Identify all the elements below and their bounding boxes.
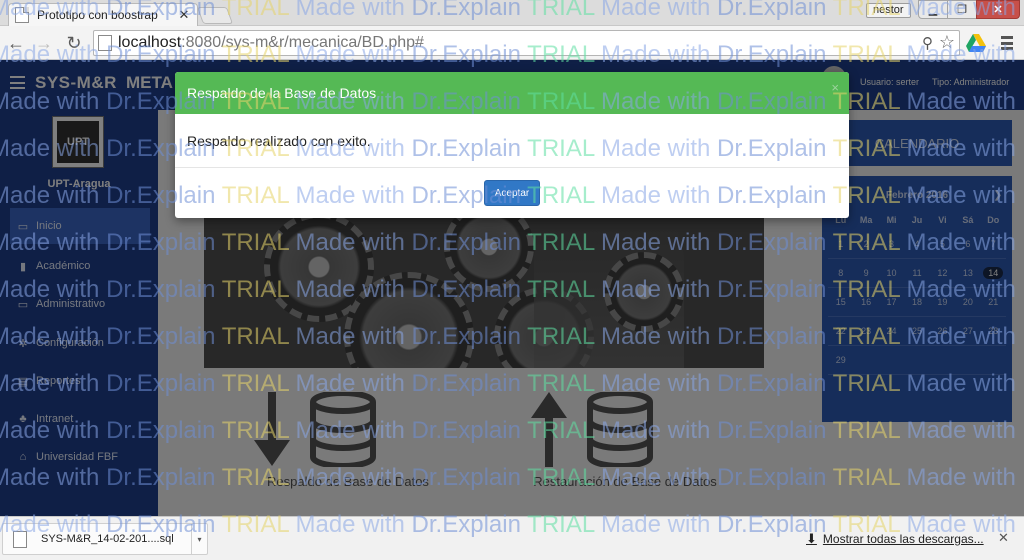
maximize-button[interactable]: ❐ bbox=[947, 0, 977, 19]
page-icon bbox=[98, 35, 112, 51]
browser-tab[interactable]: Prototipo con boostrap ✕ bbox=[8, 3, 198, 26]
show-all-label: Mostrar todas las descargas... bbox=[822, 532, 984, 546]
backup-modal: Respaldo de la Base de Datos × Respaldo … bbox=[175, 72, 849, 218]
forward-arrow-icon[interactable]: → bbox=[32, 31, 56, 55]
bookmark-star-icon[interactable]: ☆ bbox=[939, 32, 955, 53]
zoom-icon[interactable]: ⚲ bbox=[922, 34, 933, 52]
file-icon bbox=[13, 530, 27, 548]
google-drive-icon[interactable] bbox=[966, 34, 986, 52]
accept-button[interactable]: Aceptar bbox=[484, 180, 540, 206]
address-bar[interactable]: localhost:8080/sys-m&r/mecanica/BD.php# … bbox=[93, 30, 960, 56]
download-options-icon[interactable]: ▾ bbox=[191, 524, 207, 554]
browser-titlebar: Prototipo con boostrap ✕ nestor ▁ ❐ ✕ bbox=[0, 0, 1024, 26]
tab-close-icon[interactable]: ✕ bbox=[177, 7, 191, 23]
back-arrow-icon[interactable]: ← bbox=[4, 31, 28, 55]
download-arrow-icon: ⬇ bbox=[806, 531, 817, 546]
new-tab-button[interactable] bbox=[196, 7, 234, 24]
close-window-button[interactable]: ✕ bbox=[976, 0, 1020, 19]
modal-header: Respaldo de la Base de Datos × bbox=[175, 72, 849, 114]
reload-icon[interactable]: ↻ bbox=[62, 31, 86, 55]
modal-title: Respaldo de la Base de Datos bbox=[187, 85, 377, 101]
browser-menu-icon[interactable] bbox=[999, 35, 1015, 51]
modal-message: Respaldo realizado con exito. bbox=[175, 114, 849, 168]
download-item[interactable]: SYS-M&R_14-02-201....sql ▾ bbox=[2, 523, 208, 555]
browser-toolbar: ← → ↻ localhost:8080/sys-m&r/mecanica/BD… bbox=[0, 26, 1024, 60]
url-path: :8080/sys-m&r/mecanica/BD.php# bbox=[181, 34, 424, 51]
modal-footer: Aceptar bbox=[175, 168, 849, 218]
shelf-close-icon[interactable]: ✕ bbox=[998, 530, 1009, 546]
download-filename: SYS-M&R_14-02-201....sql bbox=[41, 533, 174, 545]
profile-button[interactable]: nestor bbox=[866, 3, 911, 18]
show-all-downloads-link[interactable]: ⬇ Mostrar todas las descargas... bbox=[806, 531, 984, 547]
download-shelf: SYS-M&R_14-02-201....sql ▾ ⬇ Mostrar tod… bbox=[0, 516, 1024, 560]
tab-title: Prototipo con boostrap bbox=[37, 8, 158, 22]
page-favicon-icon bbox=[15, 7, 29, 23]
minimize-button[interactable]: ▁ bbox=[918, 0, 948, 19]
web-page: SYS-M&R META Usuario: serter Tipo: Admin… bbox=[0, 60, 1024, 516]
url-host: localhost bbox=[118, 34, 182, 51]
modal-close-icon[interactable]: × bbox=[831, 80, 839, 95]
